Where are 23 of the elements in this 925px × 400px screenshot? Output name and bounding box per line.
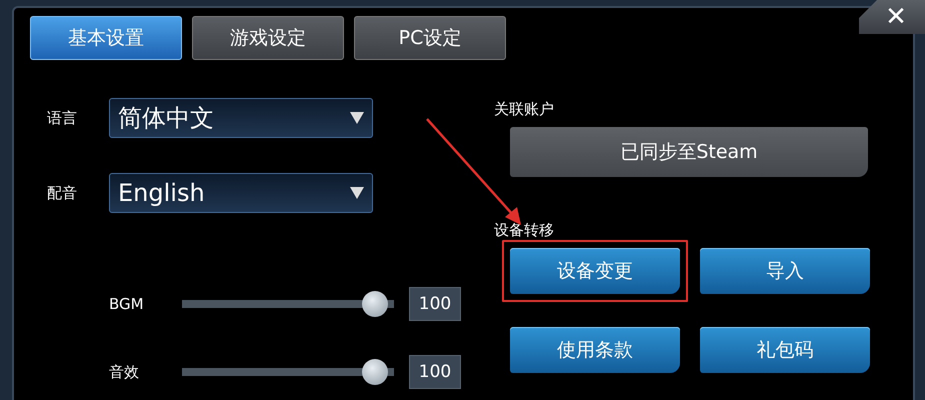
steam-sync-button[interactable]: 已同步至Steam (510, 127, 868, 177)
action-button[interactable]: 导入 (700, 248, 870, 294)
close-button[interactable]: ✕ (859, 0, 925, 34)
tab[interactable]: 基本设置 (30, 16, 182, 60)
section-title: 关联账户 (494, 100, 555, 119)
value-field[interactable]: 100 (409, 287, 461, 321)
dropdown[interactable]: English (109, 173, 373, 213)
slider-thumb[interactable] (362, 359, 388, 385)
action-button[interactable]: 设备变更 (510, 248, 680, 294)
section-title: 设备转移 (494, 221, 555, 240)
slider-label: 音效 (108, 362, 140, 382)
tab[interactable]: PC设定 (354, 16, 506, 60)
action-button[interactable]: 使用条款 (510, 327, 680, 373)
slider-label: BGM (108, 295, 145, 313)
field-label: 配音 (46, 184, 78, 202)
dropdown[interactable]: 简体中文 (109, 98, 373, 138)
slider-thumb[interactable] (362, 291, 388, 317)
caret-icon (350, 112, 364, 124)
field-label: 语言 (46, 108, 78, 128)
caret-icon (350, 187, 364, 199)
value-field[interactable]: 100 (409, 355, 461, 389)
action-button[interactable]: 礼包码 (700, 327, 870, 373)
tab[interactable]: 游戏设定 (192, 16, 344, 60)
